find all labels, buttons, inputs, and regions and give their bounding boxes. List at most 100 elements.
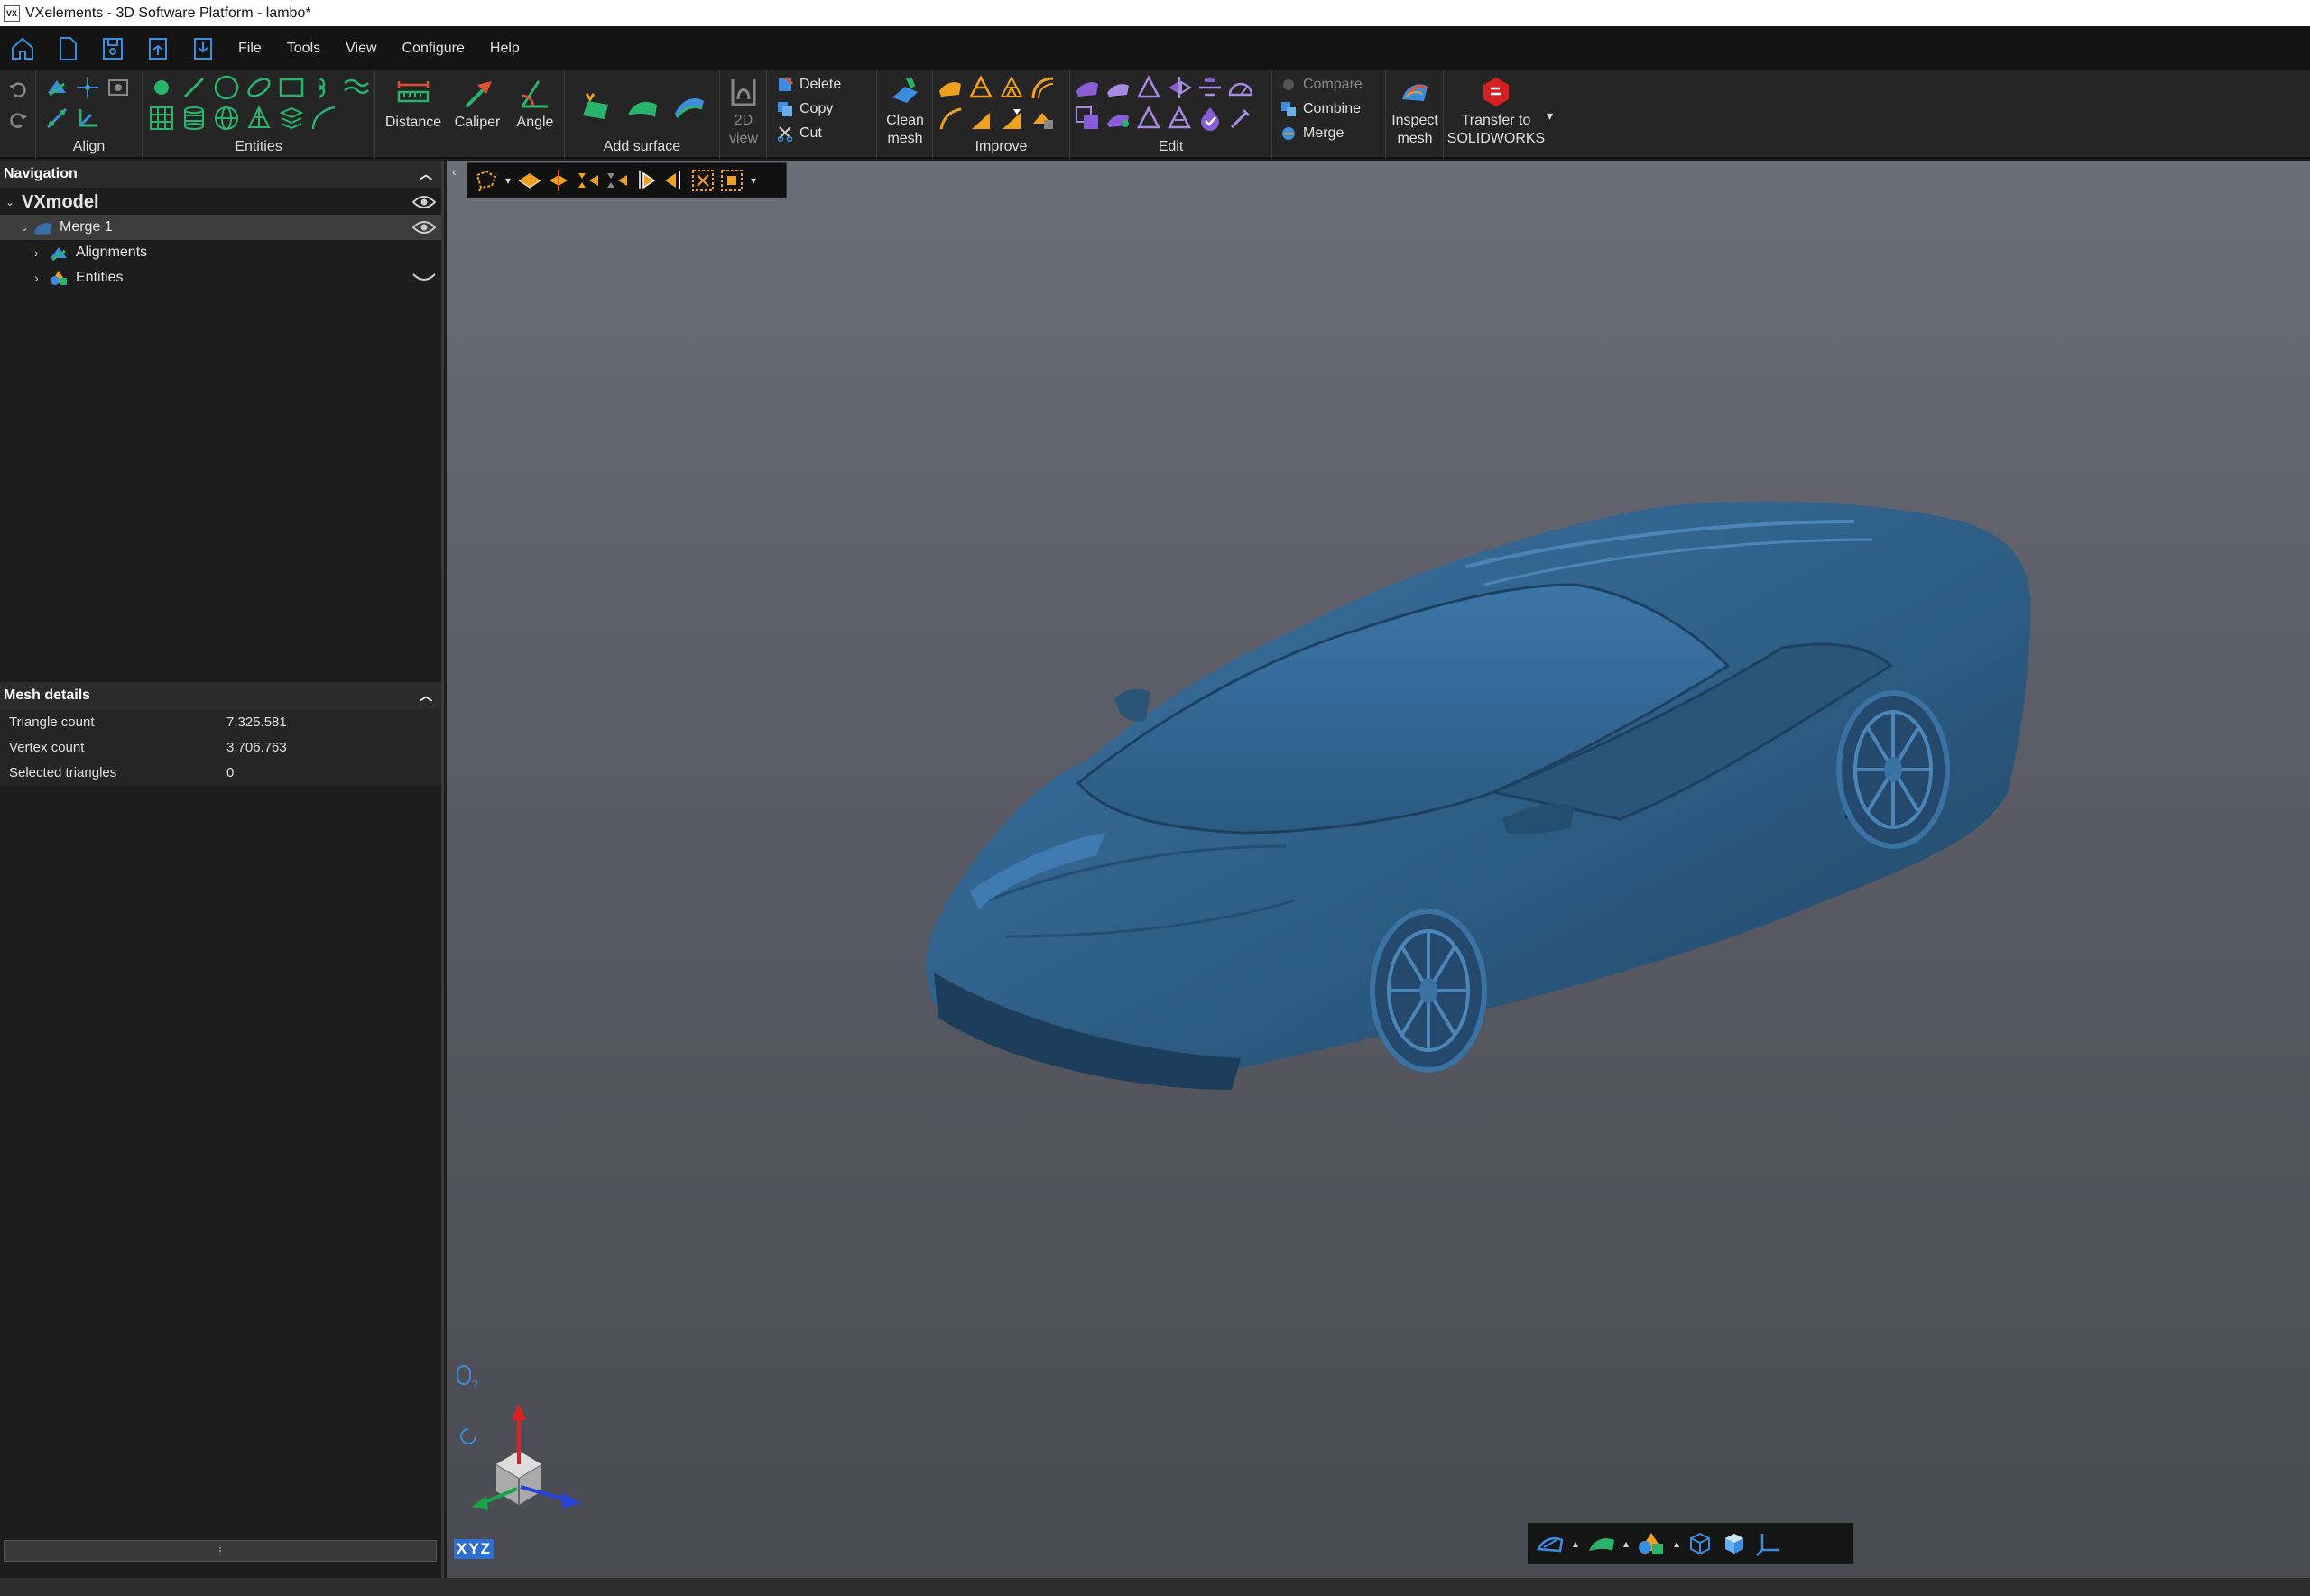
delete-button[interactable]: Delete <box>776 74 841 96</box>
bridge-icon[interactable] <box>998 105 1025 132</box>
new-file-icon[interactable] <box>45 26 90 70</box>
distance-button[interactable]: Distance <box>385 76 441 132</box>
clean-mesh-label-1: Clean <box>886 113 924 128</box>
combine-button[interactable]: Combine <box>1280 98 1361 120</box>
patch-icon[interactable] <box>1029 105 1056 132</box>
edit-triangle-icon[interactable] <box>1135 74 1162 101</box>
home-icon[interactable] <box>0 26 45 70</box>
extrude-icon[interactable] <box>967 105 994 132</box>
wireframe-box-icon[interactable] <box>1686 1528 1714 1559</box>
transfer-dropdown-icon[interactable]: ▾ <box>1547 108 1553 124</box>
edit-shape-icon[interactable] <box>1104 105 1132 132</box>
surface-freeform-icon[interactable] <box>671 88 707 125</box>
edit-angle-icon[interactable] <box>1227 74 1254 101</box>
mesh-details-title: Mesh details <box>4 687 91 703</box>
align-target-icon[interactable] <box>105 74 132 101</box>
copy-button[interactable]: Copy <box>776 98 833 120</box>
line-entity-icon[interactable] <box>180 74 208 101</box>
mesh-display-dropdown-icon[interactable]: ▴ <box>1573 1528 1578 1559</box>
view2d-button[interactable]: 2D view <box>725 74 762 148</box>
transfer-solidworks-button[interactable]: Transfer to SOLIDWORKS <box>1447 74 1545 148</box>
chevron-right-icon[interactable]: › <box>34 245 49 260</box>
fill-holes-icon[interactable] <box>1029 74 1056 101</box>
align-entity-icon[interactable] <box>43 105 70 132</box>
mouse-help-icon[interactable]: ? <box>457 1365 478 1390</box>
cylinder-entity-icon[interactable] <box>180 105 208 132</box>
boolean-icon[interactable] <box>1074 105 1101 132</box>
ellipse-entity-icon[interactable] <box>245 74 273 101</box>
chevron-right-icon[interactable]: › <box>34 271 49 285</box>
edit-surface-icon[interactable] <box>1104 74 1132 101</box>
align-points-icon[interactable] <box>74 74 101 101</box>
mirror-icon[interactable] <box>1166 74 1193 101</box>
chevron-down-icon[interactable]: ⌄ <box>5 196 22 208</box>
menu-file[interactable]: File <box>226 41 274 57</box>
cut-button[interactable]: Cut <box>776 123 822 144</box>
edit-outline-2-icon[interactable] <box>1166 105 1193 132</box>
circle-entity-icon[interactable] <box>213 74 240 101</box>
tree-item-entities[interactable]: › Entities <box>0 265 441 291</box>
redo-icon[interactable] <box>5 106 32 134</box>
shaded-box-icon[interactable] <box>1721 1528 1748 1559</box>
boundary-icon[interactable] <box>937 105 964 132</box>
rotate-view-icon[interactable] <box>460 1428 476 1444</box>
slot-entity-icon[interactable] <box>310 74 337 101</box>
menu-view[interactable]: View <box>333 41 389 57</box>
panel-resize-handle[interactable]: ⁝ <box>4 1540 437 1562</box>
export-icon[interactable] <box>180 26 226 70</box>
align-best-fit-icon[interactable] <box>43 74 70 101</box>
mesh-detail-key: Selected triangles <box>9 764 117 780</box>
merge-button[interactable]: Merge <box>1280 123 1344 144</box>
tree-item-alignments[interactable]: › Alignments <box>0 240 441 265</box>
edit-outline-icon[interactable] <box>1135 105 1162 132</box>
plane-entity-icon[interactable] <box>148 105 175 132</box>
app-logo: VX <box>4 5 20 22</box>
surface-patch-icon[interactable] <box>624 88 661 125</box>
edit-select-icon[interactable] <box>1074 74 1101 101</box>
rectangle-entity-icon[interactable] <box>278 74 305 101</box>
entities-display-dropdown-icon[interactable]: ▴ <box>1674 1528 1679 1559</box>
surface-auto-icon[interactable] <box>578 88 614 125</box>
point-entity-icon[interactable] <box>148 74 175 101</box>
validate-icon[interactable] <box>1197 105 1224 132</box>
menu-configure[interactable]: Configure <box>390 41 477 57</box>
align-frame-icon[interactable] <box>74 105 101 132</box>
tree-item-merge[interactable]: ⌄ Merge 1 <box>0 215 441 240</box>
compare-button[interactable]: Compare <box>1280 74 1363 96</box>
import-icon[interactable] <box>135 26 180 70</box>
collapse-navigation-icon[interactable]: ︿ <box>420 165 432 183</box>
eye-icon[interactable] <box>411 220 437 235</box>
brush-icon[interactable] <box>1227 105 1254 132</box>
mesh-display-icon[interactable] <box>1535 1528 1566 1559</box>
tree-root[interactable]: ⌄ VXmodel <box>0 189 441 215</box>
angle-button[interactable]: Angle <box>513 76 558 132</box>
inspect-mesh-button[interactable]: Inspect mesh <box>1391 74 1438 148</box>
eye-icon[interactable] <box>411 195 437 209</box>
refine-icon[interactable] <box>998 74 1025 101</box>
entities-display-icon[interactable] <box>1636 1528 1667 1559</box>
car-mesh-model[interactable] <box>447 161 2310 1578</box>
polyline-entity-icon[interactable] <box>343 74 370 101</box>
curve-entity-icon[interactable] <box>310 105 337 132</box>
caliper-button[interactable]: Caliper <box>455 76 500 132</box>
orientation-gizmo[interactable]: ? XYZ <box>447 1352 591 1568</box>
3d-viewport[interactable]: ‹ ▾ ▾ ? XYZ ▴ ▴ ▴ <box>447 161 2310 1578</box>
undo-icon[interactable] <box>5 76 32 103</box>
align-group: Align <box>36 70 143 159</box>
smooth-icon[interactable] <box>937 74 964 101</box>
chevron-down-icon[interactable]: ⌄ <box>20 221 32 234</box>
surface-display-dropdown-icon[interactable]: ▴ <box>1623 1528 1629 1559</box>
layers-entity-icon[interactable] <box>278 105 305 132</box>
surface-display-icon[interactable] <box>1585 1528 1616 1559</box>
menu-tools[interactable]: Tools <box>274 41 333 57</box>
save-icon[interactable] <box>90 26 135 70</box>
menu-help[interactable]: Help <box>477 41 532 57</box>
cut-plane-icon[interactable] <box>1197 74 1224 101</box>
axes-display-icon[interactable] <box>1755 1528 1782 1559</box>
clean-mesh-button[interactable]: Clean mesh <box>882 74 928 148</box>
cone-entity-icon[interactable] <box>245 105 273 132</box>
collapse-mesh-details-icon[interactable]: ︿ <box>420 687 432 705</box>
decimate-icon[interactable] <box>967 74 994 101</box>
sphere-entity-icon[interactable] <box>213 105 240 132</box>
eye-closed-icon[interactable] <box>412 271 436 285</box>
